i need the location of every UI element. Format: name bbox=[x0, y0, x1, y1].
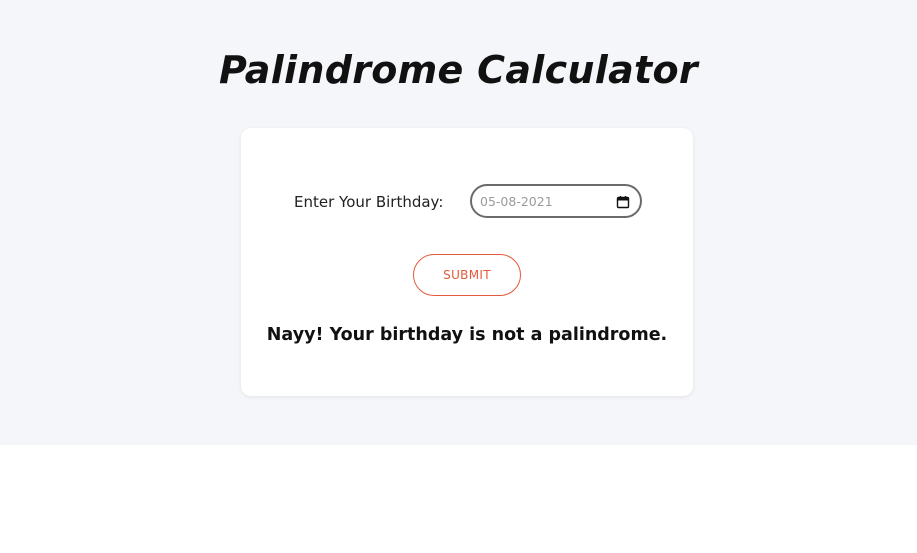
page-title: Palindrome Calculator bbox=[219, 48, 698, 92]
submit-button[interactable]: SUBMIT bbox=[413, 254, 521, 296]
birthday-date-value: 05-08-2021 bbox=[480, 194, 553, 209]
calculator-card: Enter Your Birthday: 05-08-2021 SUBMIT N… bbox=[241, 128, 693, 396]
birthday-date-input[interactable]: 05-08-2021 bbox=[470, 184, 642, 218]
calendar-icon[interactable] bbox=[616, 195, 630, 209]
result-message: Nayy! Your birthday is not a palindrome. bbox=[266, 325, 668, 345]
page: Palindrome Calculator Enter Your Birthda… bbox=[0, 0, 917, 553]
birthday-label: Enter Your Birthday: bbox=[294, 193, 444, 211]
